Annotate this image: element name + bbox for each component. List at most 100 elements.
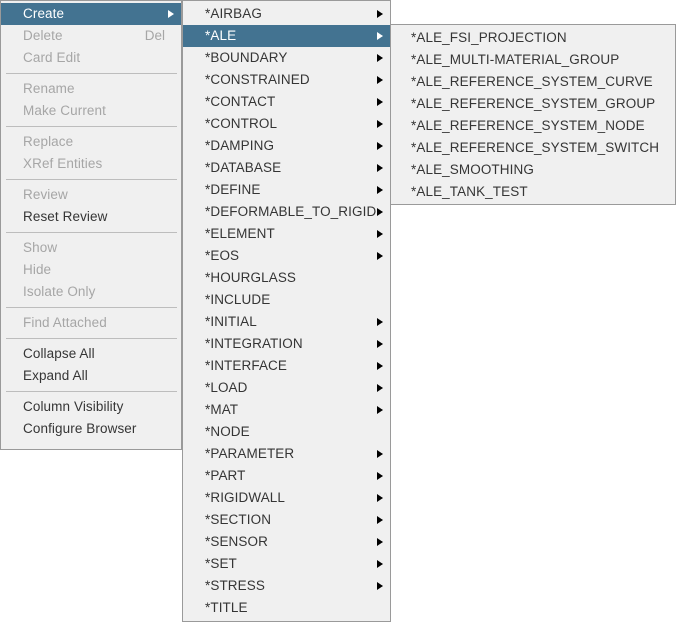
menu-item-label: Replace [23, 134, 74, 149]
menu-item-isolate-only: Isolate Only [1, 281, 181, 303]
menu-item-label: *MAT [205, 402, 239, 417]
menu-item-label: *ALE_MULTI-MATERIAL_GROUP [411, 52, 620, 67]
menu-item-label: Create [23, 6, 65, 21]
menu-item-label: *CONSTRAINED [205, 72, 310, 87]
menu-item-create[interactable]: Create [1, 3, 181, 25]
submenu-arrow-icon [377, 53, 383, 62]
submenu-arrow-icon [377, 229, 383, 238]
menu-item-parameter[interactable]: *PARAMETER [183, 443, 390, 465]
submenu-arrow-icon [377, 405, 383, 414]
menu-item-label: *ALE_REFERENCE_SYSTEM_CURVE [411, 74, 653, 89]
menu-item-integration[interactable]: *INTEGRATION [183, 333, 390, 355]
menu-item-include[interactable]: *INCLUDE [183, 289, 390, 311]
menu-item-ale-fsi-projection[interactable]: *ALE_FSI_PROJECTION [391, 27, 675, 49]
menu-item-label: *DEFINE [205, 182, 261, 197]
menu-item-label: Configure Browser [23, 421, 137, 436]
context-menu-create[interactable]: Create Delete Del Card Edit Rename Make Curre… [0, 0, 182, 450]
menu-item-label: Column Visibility [23, 399, 124, 414]
menu-separator [6, 232, 177, 233]
menu-item-label: *SENSOR [205, 534, 268, 549]
menu-item-card-edit: Card Edit [1, 47, 181, 69]
menu-item-label: *RIGIDWALL [205, 490, 286, 505]
menu-item-configure-browser[interactable]: Configure Browser [1, 418, 181, 440]
menu-item-label: *AIRBAG [205, 6, 262, 21]
menu-item-section[interactable]: *SECTION [183, 509, 390, 531]
menu-separator [6, 338, 177, 339]
menu-item-control[interactable]: *CONTROL [183, 113, 390, 135]
menu-item-define[interactable]: *DEFINE [183, 179, 390, 201]
menu-item-column-visibility[interactable]: Column Visibility [1, 396, 181, 418]
menu-item-hourglass[interactable]: *HOURGLASS [183, 267, 390, 289]
menu-item-make-current: Make Current [1, 100, 181, 122]
menu-item-label: *TITLE [205, 600, 248, 615]
submenu-arrow-icon [377, 185, 383, 194]
menu-item-expand-all[interactable]: Expand All [1, 365, 181, 387]
menu-item-shortcut: Del [144, 28, 165, 43]
menu-item-deformable-to-rigid[interactable]: *DEFORMABLE_TO_RIGID [183, 201, 390, 223]
menu-item-load[interactable]: *LOAD [183, 377, 390, 399]
menu-item-node[interactable]: *NODE [183, 421, 390, 443]
menu-item-mat[interactable]: *MAT [183, 399, 390, 421]
menu-item-ale-smoothing[interactable]: *ALE_SMOOTHING [391, 159, 675, 181]
menu-item-label: *STRESS [205, 578, 265, 593]
menu-item-label: Review [23, 187, 68, 202]
menu-item-label: *CONTACT [205, 94, 276, 109]
menu-item-label: XRef Entities [23, 156, 103, 171]
menu-item-part[interactable]: *PART [183, 465, 390, 487]
submenu-arrow-icon [168, 9, 174, 18]
menu-item-title[interactable]: *TITLE [183, 597, 390, 619]
menu-separator [6, 73, 177, 74]
menu-item-damping[interactable]: *DAMPING [183, 135, 390, 157]
menu-item-sensor[interactable]: *SENSOR [183, 531, 390, 553]
menu-item-ale-tank-test[interactable]: *ALE_TANK_TEST [391, 181, 675, 203]
menu-item-ale-reference-system-curve[interactable]: *ALE_REFERENCE_SYSTEM_CURVE [391, 71, 675, 93]
menu-item-review: Review [1, 184, 181, 206]
submenu-arrow-icon [377, 75, 383, 84]
submenu-arrow-icon [377, 559, 383, 568]
menu-item-set[interactable]: *SET [183, 553, 390, 575]
menu-item-contact[interactable]: *CONTACT [183, 91, 390, 113]
menu-item-label: *INCLUDE [205, 292, 271, 307]
menu-item-ale-reference-system-node[interactable]: *ALE_REFERENCE_SYSTEM_NODE [391, 115, 675, 137]
menu-item-collapse-all[interactable]: Collapse All [1, 343, 181, 365]
submenu-ale-list[interactable]: *ALE_FSI_PROJECTION *ALE_MULTI-MATERIAL_G… [390, 24, 676, 205]
menu-item-label: *DAMPING [205, 138, 275, 153]
menu-item-show: Show [1, 237, 181, 259]
menu-item-label: *INTEGRATION [205, 336, 303, 351]
menu-item-label: *ALE_REFERENCE_SYSTEM_GROUP [411, 96, 656, 111]
submenu-arrow-icon [377, 537, 383, 546]
menu-item-ale-multi-material-group[interactable]: *ALE_MULTI-MATERIAL_GROUP [391, 49, 675, 71]
menu-item-database[interactable]: *DATABASE [183, 157, 390, 179]
menu-item-constrained[interactable]: *CONSTRAINED [183, 69, 390, 91]
menu-item-boundary[interactable]: *BOUNDARY [183, 47, 390, 69]
menu-item-stress[interactable]: *STRESS [183, 575, 390, 597]
menu-item-label: *LOAD [205, 380, 248, 395]
menu-item-label: *ALE_REFERENCE_SYSTEM_NODE [411, 118, 645, 133]
menu-item-airbag[interactable]: *AIRBAG [183, 3, 390, 25]
menu-item-label: Expand All [23, 368, 88, 383]
menu-item-label: *ALE_REFERENCE_SYSTEM_SWITCH [411, 140, 660, 155]
menu-item-ale[interactable]: *ALE [183, 25, 390, 47]
menu-item-ale-reference-system-switch[interactable]: *ALE_REFERENCE_SYSTEM_SWITCH [391, 137, 675, 159]
submenu-arrow-icon [377, 119, 383, 128]
menu-item-interface[interactable]: *INTERFACE [183, 355, 390, 377]
submenu-arrow-icon [377, 317, 383, 326]
menu-item-rigidwall[interactable]: *RIGIDWALL [183, 487, 390, 509]
menu-item-label: Make Current [23, 103, 106, 118]
menu-separator [6, 179, 177, 180]
menu-item-xref-entities: XRef Entities [1, 153, 181, 175]
menu-item-label: *ALE_FSI_PROJECTION [411, 30, 567, 45]
menu-item-label: *INITIAL [205, 314, 257, 329]
menu-item-eos[interactable]: *EOS [183, 245, 390, 267]
menu-item-label: *DEFORMABLE_TO_RIGID [205, 204, 377, 219]
menu-item-element[interactable]: *ELEMENT [183, 223, 390, 245]
submenu-keyword-list[interactable]: *AIRBAG *ALE *BOUNDARY *CONSTRAINED *CONTACT… [182, 0, 391, 622]
menu-item-reset-review[interactable]: Reset Review [1, 206, 181, 228]
submenu-arrow-icon [377, 361, 383, 370]
menu-item-label: *BOUNDARY [205, 50, 288, 65]
menu-item-label: *PARAMETER [205, 446, 295, 461]
menu-item-label: Card Edit [23, 50, 81, 65]
menu-item-ale-reference-system-group[interactable]: *ALE_REFERENCE_SYSTEM_GROUP [391, 93, 675, 115]
menu-item-label: *NODE [205, 424, 250, 439]
menu-item-initial[interactable]: *INITIAL [183, 311, 390, 333]
